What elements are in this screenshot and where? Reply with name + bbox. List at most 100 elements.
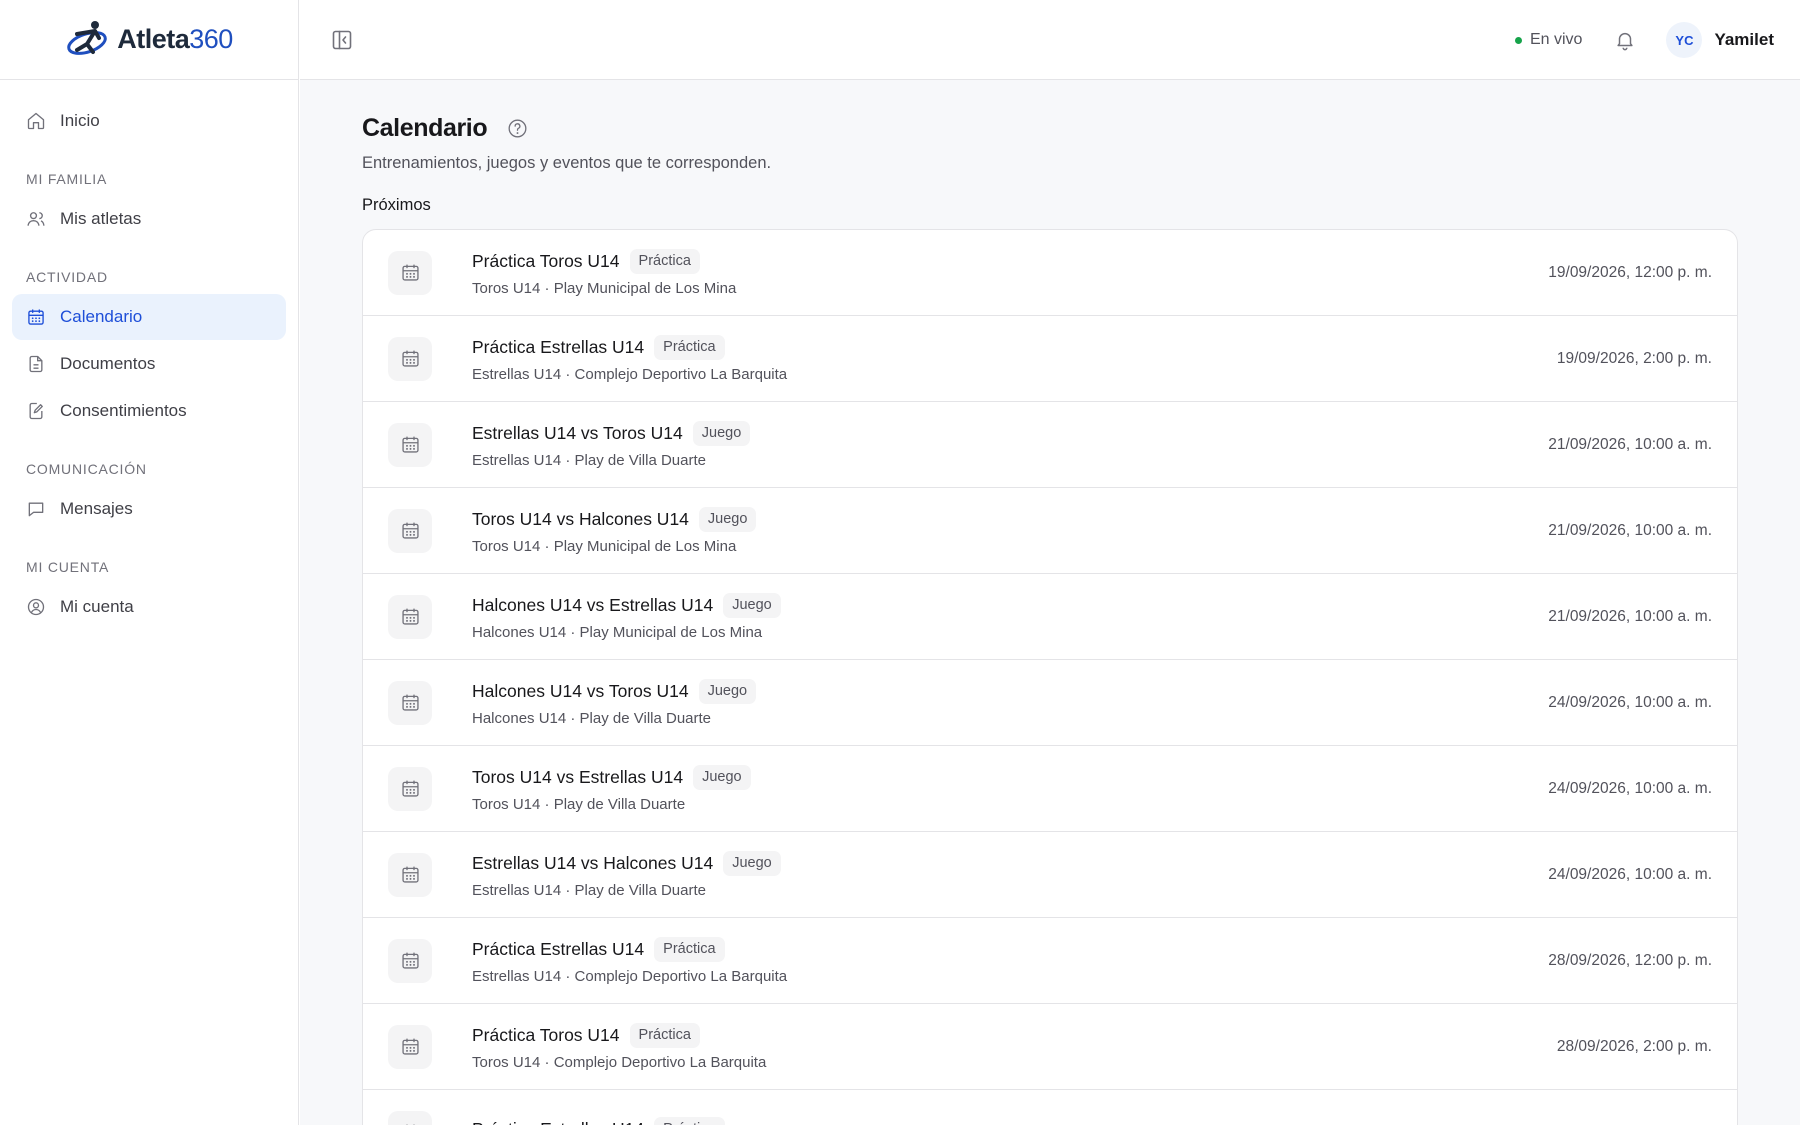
section-title-upcoming: Próximos xyxy=(362,196,431,214)
event-row[interactable]: Práctica Estrellas U14 Práctica Estrella… xyxy=(363,918,1737,1004)
event-title: Estrellas U14 vs Toros U14 xyxy=(472,422,683,443)
live-label: En vivo xyxy=(1529,31,1583,48)
event-type-badge: Práctica xyxy=(629,248,700,274)
event-icon-box xyxy=(388,508,432,553)
event-subtitle: Toros U14 · Play de Villa Duarte xyxy=(472,795,686,813)
event-date: 19/09/2026, 12:00 p. m. xyxy=(1548,264,1712,281)
sidebar-item-inicio[interactable]: Inicio xyxy=(12,98,286,144)
event-row[interactable]: Práctica Toros U14 Práctica Toros U14 · … xyxy=(363,230,1737,316)
home-icon xyxy=(27,112,45,130)
event-icon-box xyxy=(388,1024,432,1069)
event-text: Estrellas U14 vs Halcones U14 Juego Estr… xyxy=(472,850,781,899)
event-title: Estrellas U14 vs Halcones U14 xyxy=(472,852,714,873)
event-text: Práctica Estrellas U14 Práctica Estrella… xyxy=(472,936,787,985)
consent-icon xyxy=(29,402,43,420)
event-row[interactable]: Halcones U14 vs Estrellas U14 Juego Halc… xyxy=(363,574,1737,660)
account-icon xyxy=(27,598,45,616)
event-icon-box xyxy=(388,938,432,983)
event-subtitle: Estrellas U14 · Complejo Deportivo La Ba… xyxy=(472,365,788,383)
user-name: Yamilet xyxy=(1714,30,1774,49)
sidebar-item-consentimientos[interactable]: Consentimientos xyxy=(12,388,286,434)
live-dot-icon xyxy=(1514,36,1522,44)
event-title: Práctica Estrellas U14 xyxy=(472,336,645,357)
calendar-icon xyxy=(28,309,44,325)
nav-section-title: MI CUENTA xyxy=(26,559,110,575)
brand-logo[interactable]: Atleta360 xyxy=(65,18,233,62)
sidebar-item-documentos[interactable]: Documentos xyxy=(12,341,286,387)
event-row[interactable]: Halcones U14 vs Toros U14 Juego Halcones… xyxy=(363,660,1737,746)
event-subtitle: Estrellas U14 · Play de Villa Duarte xyxy=(472,451,706,469)
event-title-line: Estrellas U14 vs Toros U14 Juego xyxy=(472,420,751,446)
event-title: Halcones U14 vs Estrellas U14 xyxy=(472,594,714,615)
bell-icon xyxy=(1617,32,1634,51)
sidebar-collapse-icon xyxy=(332,30,352,50)
event-title-line: Toros U14 vs Halcones U14 Juego xyxy=(472,506,757,532)
event-row[interactable]: Estrellas U14 vs Toros U14 Juego Estrell… xyxy=(363,402,1737,488)
event-icon-box xyxy=(388,680,432,725)
calendar-icon xyxy=(401,780,419,797)
event-subtitle: Estrellas U14 · Play de Villa Duarte xyxy=(472,881,706,899)
event-subtitle: Toros U14 · Complejo Deportivo La Barqui… xyxy=(472,1053,767,1071)
event-list: Práctica Toros U14 Práctica Toros U14 · … xyxy=(362,229,1738,1125)
event-title: Práctica Toros U14 xyxy=(472,1024,620,1045)
users-icon xyxy=(27,212,45,226)
event-type-badge: Juego xyxy=(723,592,781,618)
event-date: 24/09/2026, 10:00 a. m. xyxy=(1548,866,1712,883)
document-icon xyxy=(29,355,43,373)
event-title-line: Halcones U14 vs Estrellas U14 Juego xyxy=(472,592,781,618)
event-icon-box xyxy=(388,250,432,295)
event-text: Halcones U14 vs Estrellas U14 Juego Halc… xyxy=(472,592,781,641)
message-icon xyxy=(28,502,44,517)
sidebar-item-mis-atletas[interactable]: Mis atletas xyxy=(12,196,286,242)
calendar-icon xyxy=(401,694,419,711)
calendar-icon xyxy=(401,436,419,453)
event-icon-box xyxy=(388,336,432,381)
event-type-badge: Juego xyxy=(693,764,751,790)
event-subtitle: Halcones U14 · Play de Villa Duarte xyxy=(472,709,712,727)
user-menu[interactable]: YC Yamilet xyxy=(1666,22,1774,58)
sidebar-toggle-button[interactable] xyxy=(330,28,354,52)
brand-name: Atleta360 xyxy=(117,24,233,55)
calendar-icon xyxy=(401,264,419,281)
event-type-badge: Juego xyxy=(723,850,781,876)
event-title: Práctica Estrellas U14 xyxy=(472,938,645,959)
top-header: En vivo YC Yamilet xyxy=(300,0,1800,80)
nav-section-title: MI FAMILIA xyxy=(26,171,108,187)
event-title-line: Práctica Estrellas U14 Práctica xyxy=(472,1117,725,1125)
event-subtitle: Toros U14 · Play Municipal de Los Mina xyxy=(472,279,737,297)
sidebar-item-mensajes[interactable]: Mensajes xyxy=(12,486,286,532)
event-icon-box xyxy=(388,766,432,811)
event-subtitle: Halcones U14 · Play Municipal de Los Min… xyxy=(472,623,763,641)
event-text: Toros U14 vs Estrellas U14 Juego Toros U… xyxy=(472,764,751,813)
event-row[interactable]: Toros U14 vs Halcones U14 Juego Toros U1… xyxy=(363,488,1737,574)
sidebar-item-calendario[interactable]: Calendario xyxy=(12,294,286,340)
event-row[interactable]: Práctica Estrellas U14 Práctica xyxy=(363,1090,1737,1125)
help-button[interactable] xyxy=(507,118,528,139)
event-icon-box xyxy=(388,1110,432,1125)
event-subtitle: Toros U14 · Play Municipal de Los Mina xyxy=(472,537,737,555)
event-date: 19/09/2026, 2:00 p. m. xyxy=(1556,350,1712,367)
event-title-line: Práctica Estrellas U14 Práctica xyxy=(472,334,787,360)
event-icon-box xyxy=(388,852,432,897)
event-icon-box xyxy=(388,594,432,639)
event-title-line: Toros U14 vs Estrellas U14 Juego xyxy=(472,764,751,790)
event-text: Estrellas U14 vs Toros U14 Juego Estrell… xyxy=(472,420,751,469)
event-icon-box xyxy=(388,422,432,467)
event-row[interactable]: Toros U14 vs Estrellas U14 Juego Toros U… xyxy=(363,746,1737,832)
notifications-button[interactable] xyxy=(1614,29,1636,51)
event-text: Práctica Toros U14 Práctica Toros U14 · … xyxy=(472,248,737,297)
event-title-line: Halcones U14 vs Toros U14 Juego xyxy=(472,678,757,704)
event-row[interactable]: Práctica Estrellas U14 Práctica Estrella… xyxy=(363,316,1737,402)
sidebar-item-label: Mis atletas xyxy=(60,209,142,228)
nav-section-title: COMUNICACIÓN xyxy=(26,461,147,477)
main-content: Calendario Entrenamientos, juegos y even… xyxy=(300,80,1800,1125)
event-text: Toros U14 vs Halcones U14 Juego Toros U1… xyxy=(472,506,757,555)
event-text: Práctica Estrellas U14 Práctica Estrella… xyxy=(472,334,788,383)
event-text: Práctica Estrellas U14 Práctica xyxy=(472,1117,725,1125)
help-circle-icon xyxy=(508,119,527,137)
event-title-line: Práctica Toros U14 Práctica xyxy=(472,248,736,274)
sidebar-item-mi-cuenta[interactable]: Mi cuenta xyxy=(12,584,286,630)
event-title-line: Práctica Toros U14 Práctica xyxy=(472,1022,766,1048)
event-row[interactable]: Práctica Toros U14 Práctica Toros U14 · … xyxy=(363,1004,1737,1090)
event-row[interactable]: Estrellas U14 vs Halcones U14 Juego Estr… xyxy=(363,832,1737,918)
